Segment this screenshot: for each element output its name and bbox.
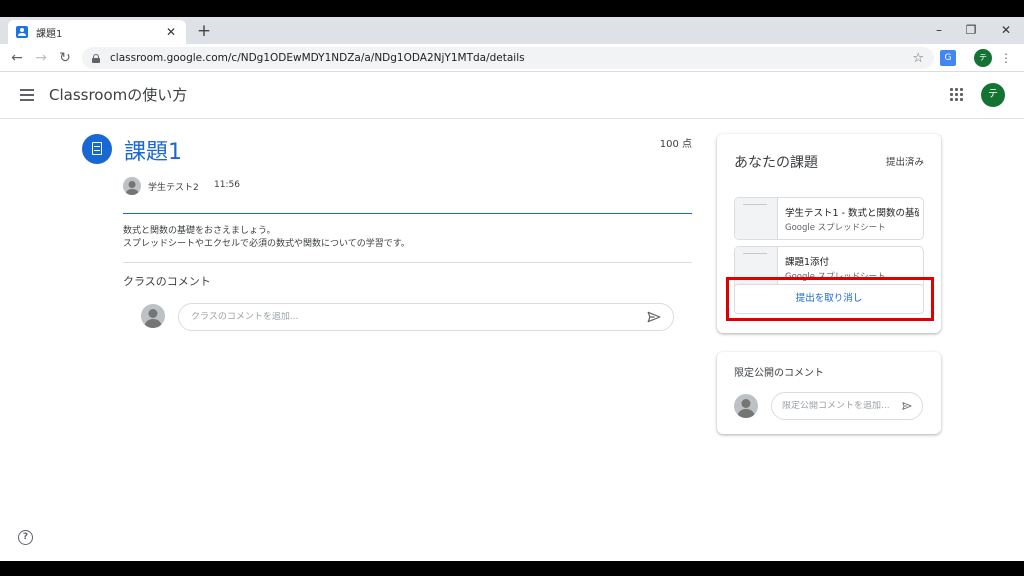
tab-close-icon[interactable]: ✕ (164, 25, 178, 39)
tab-strip: 課題1 ✕ + – ❐ ✕ (0, 17, 1024, 44)
description-line: スプレッドシートやエクセルで必須の数式や関数についての学習です。 (123, 239, 410, 249)
attachment-thumbnail (735, 198, 778, 239)
reload-button[interactable]: ↻ (56, 49, 74, 67)
minimize-button[interactable]: – (929, 21, 949, 39)
description-divider (123, 262, 692, 263)
submission-status: 提出済み (885, 157, 924, 168)
private-comments-label: 限定公開のコメント (734, 368, 824, 379)
attachment-name: 学生テスト1 - 数式と関数の基礎 (785, 208, 919, 219)
translate-extension-icon[interactable]: G (940, 50, 956, 66)
class-title[interactable]: Classroomの使い方 (49, 84, 187, 105)
private-commenter-avatar (734, 394, 758, 418)
class-comments-label: クラスのコメント (123, 275, 211, 288)
assignment-title: 課題1 (124, 140, 182, 165)
assignment-description: 数式と関数の基礎をおさえましょう。 スプレッドシートやエクセルで必須の数式や関数… (123, 225, 692, 251)
author-name: 学生テスト2 (148, 183, 199, 193)
forward-button[interactable]: → (32, 49, 50, 67)
browser-profile-avatar[interactable]: テ (974, 49, 992, 67)
google-apps-icon[interactable] (950, 88, 964, 102)
classroom-header: Classroomの使い方 テ (0, 73, 1024, 119)
restore-button[interactable]: ❐ (961, 21, 981, 39)
unsubmit-button[interactable]: 提出を取り消し (734, 284, 924, 314)
new-tab-button[interactable]: + (195, 20, 213, 42)
lock-icon (92, 53, 100, 63)
send-icon[interactable] (902, 400, 912, 412)
attachment-card[interactable]: 学生テスト1 - 数式と関数の基礎 Google スプレッドシート (734, 197, 924, 240)
your-work-title: あなたの課題 (734, 155, 818, 171)
main-menu-icon[interactable] (20, 89, 34, 101)
class-comment-input[interactable] (191, 312, 647, 322)
bookmark-star-icon[interactable]: ☆ (912, 51, 924, 66)
address-bar[interactable]: classroom.google.com/c/NDg1ODEwMDY1NDZa/… (82, 47, 934, 69)
author-avatar (123, 177, 141, 195)
assignment-icon (82, 134, 112, 164)
tab-title: 課題1 (36, 28, 63, 40)
attachment-type: Google スプレッドシート (785, 223, 886, 233)
private-comment-input[interactable] (782, 401, 902, 411)
account-avatar[interactable]: テ (981, 83, 1005, 107)
assignment-points: 100 点 (659, 139, 692, 150)
attachment-name: 課題1添付 (785, 257, 830, 268)
post-time: 11:56 (214, 180, 240, 190)
commenter-avatar (141, 304, 165, 328)
browser-menu-icon[interactable]: ⋮ (1000, 49, 1012, 67)
url-text[interactable]: classroom.google.com/c/NDg1ODEwMDY1NDZa/… (110, 52, 912, 64)
help-icon[interactable]: ? (18, 530, 33, 545)
class-comment-box[interactable] (178, 303, 674, 331)
private-comments-card: 限定公開のコメント (717, 352, 941, 434)
window-close-button[interactable]: ✕ (996, 21, 1016, 39)
your-work-card: あなたの課題 提出済み 学生テスト1 - 数式と関数の基礎 Google スプレ… (717, 134, 941, 333)
classroom-favicon-icon (16, 26, 28, 38)
send-icon[interactable] (647, 311, 661, 323)
browser-toolbar: ← → ↻ classroom.google.com/c/NDg1ODEwMDY… (0, 44, 1024, 72)
private-comment-box[interactable] (771, 392, 923, 420)
back-button[interactable]: ← (8, 49, 26, 67)
description-line: 数式と関数の基礎をおさえましょう。 (123, 226, 276, 236)
browser-window: 課題1 ✕ + – ❐ ✕ ← → ↻ classroom.google.com… (0, 17, 1024, 561)
browser-tab[interactable]: 課題1 ✕ (8, 20, 186, 44)
title-divider (123, 213, 692, 214)
